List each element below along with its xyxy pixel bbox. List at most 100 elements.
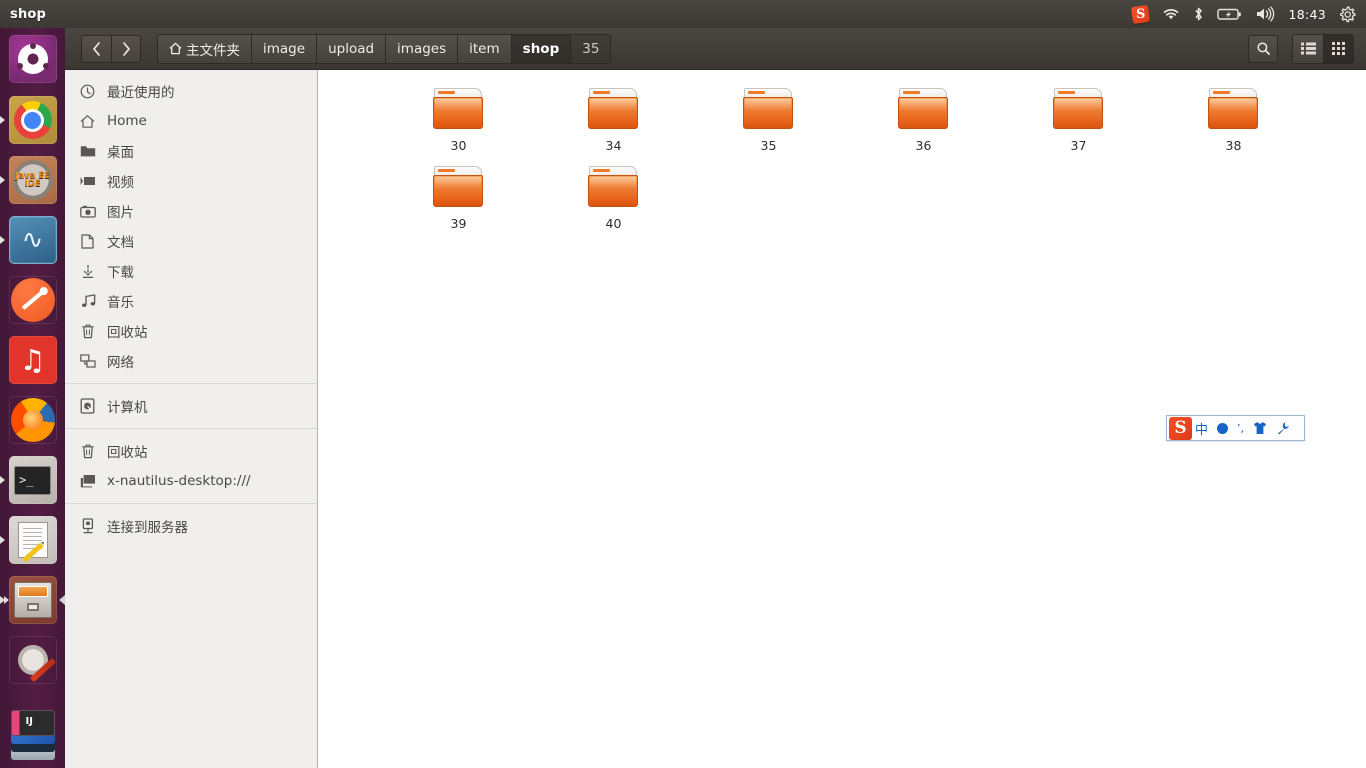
ime-mode-button[interactable]: 中 — [1195, 419, 1208, 438]
sidebar-separator — [65, 503, 317, 504]
file-manager-window: 主文件夹 image upload images item shop 35 最近… — [65, 28, 1366, 768]
navigation-buttons — [81, 34, 141, 63]
clock-label[interactable]: 18:43 — [1288, 0, 1326, 28]
launcher-item-system-settings[interactable] — [0, 630, 65, 690]
file-item[interactable]: 30 — [381, 84, 536, 162]
sidebar-item-recent[interactable]: 最近使用的 — [65, 76, 317, 106]
ubuntu-logo-icon — [16, 43, 49, 74]
pen-tool-icon — [10, 278, 55, 322]
search-icon — [1256, 42, 1270, 55]
punctuation-button[interactable]: ’, — [1237, 422, 1244, 435]
breadcrumb-item-item[interactable]: item — [458, 34, 512, 63]
running-indicator-icon — [0, 176, 5, 184]
sogou-ime-toolbar[interactable]: S 中 ’, — [1166, 415, 1305, 441]
launcher-item-eclipse-java-ee-ide[interactable]: Java EE IDE — [0, 150, 65, 210]
sidebar-item-documents[interactable]: 文档 — [65, 226, 317, 256]
sidebar-item-trash[interactable]: 回收站 — [65, 316, 317, 346]
launcher-item-terminal[interactable]: >_ — [0, 450, 65, 510]
trash-icon — [79, 324, 96, 339]
running-indicator-icon — [0, 536, 5, 544]
file-item[interactable]: 34 — [536, 84, 691, 162]
launcher-item-text-editor[interactable] — [0, 510, 65, 570]
sidebar-item-label: 下载 — [107, 265, 134, 281]
eclipse-label-line2: IDE — [24, 178, 41, 189]
launcher-item-window-stack[interactable]: IJ — [0, 690, 65, 768]
breadcrumb-item-home[interactable]: 主文件夹 — [158, 34, 252, 63]
file-name-label: 39 — [450, 216, 467, 231]
sidebar-item-label: 回收站 — [107, 445, 148, 461]
forward-button[interactable] — [111, 34, 141, 63]
wifi-icon[interactable] — [1162, 0, 1180, 28]
file-name-label: 36 — [915, 138, 932, 153]
sidebar-item-pictures[interactable]: 图片 — [65, 196, 317, 226]
sidebar-item-label: 网络 — [107, 355, 134, 371]
sidebar-item-network[interactable]: 网络 — [65, 346, 317, 376]
tshirt-icon[interactable] — [1253, 421, 1267, 435]
running-indicator-icon — [0, 476, 5, 484]
gear-icon[interactable] — [1339, 0, 1356, 28]
clock-text: 18:43 — [1288, 6, 1326, 22]
breadcrumb-item-35[interactable]: 35 — [571, 34, 611, 63]
file-item[interactable]: 35 — [691, 84, 846, 162]
sidebar-item-label: 连接到服务器 — [107, 520, 188, 536]
battery-icon[interactable] — [1217, 0, 1242, 28]
home-icon — [79, 114, 96, 129]
home-icon — [169, 42, 182, 55]
computer-icon — [79, 398, 96, 414]
firefox-icon — [10, 398, 55, 442]
full-width-circle-icon[interactable] — [1217, 422, 1229, 434]
file-name-label: 37 — [1070, 138, 1087, 153]
sidebar-item-desktop[interactable]: 桌面 — [65, 136, 317, 166]
breadcrumb-item-images[interactable]: images — [386, 34, 459, 63]
sogou-logo-icon[interactable]: S — [1169, 417, 1192, 440]
running-indicator-icon — [0, 236, 5, 244]
sidebar-item-home[interactable]: Home — [65, 106, 317, 136]
sidebar-item-downloads[interactable]: 下载 — [65, 256, 317, 286]
launcher-item-google-chrome[interactable] — [0, 90, 65, 150]
breadcrumb-item-upload[interactable]: upload — [317, 34, 387, 63]
running-indicator-icon — [0, 596, 9, 604]
sidebar-item-label: 图片 — [107, 205, 134, 221]
file-item[interactable]: 39 — [381, 162, 536, 240]
sogou-tray-icon[interactable]: S — [1131, 0, 1151, 28]
sidebar-item-connect-to-server[interactable]: 连接到服务器 — [65, 511, 317, 541]
breadcrumb-label: upload — [328, 40, 375, 57]
settings-gear-icon — [17, 645, 56, 683]
video-icon — [79, 175, 96, 187]
music-icon — [79, 294, 96, 308]
back-button[interactable] — [81, 34, 111, 63]
breadcrumb-label: images — [397, 40, 447, 57]
file-name-label: 38 — [1225, 138, 1242, 153]
launcher-item-firefox[interactable] — [0, 390, 65, 450]
breadcrumb-item-shop[interactable]: shop — [511, 34, 572, 63]
file-item[interactable]: 38 — [1156, 84, 1311, 162]
wrench-icon[interactable] — [1276, 421, 1290, 435]
file-item[interactable]: 40 — [536, 162, 691, 240]
launcher-item-netease-music[interactable]: ♫ — [0, 330, 65, 390]
folder-icon — [1052, 88, 1105, 130]
launcher-item-files-nautilus[interactable] — [0, 570, 65, 630]
sidebar-separator — [65, 383, 317, 384]
network-icon — [79, 354, 96, 368]
breadcrumb-item-image[interactable]: image — [252, 34, 318, 63]
search-button[interactable] — [1248, 34, 1278, 63]
sidebar-item-label: 音乐 — [107, 295, 134, 311]
list-view-button[interactable] — [1293, 34, 1323, 63]
top-panel: shop S 18:43 — [0, 0, 1366, 28]
file-item[interactable]: 36 — [846, 84, 1001, 162]
text-editor-icon — [17, 522, 48, 563]
file-item[interactable]: 37 — [1001, 84, 1156, 162]
sidebar-item-trash-2[interactable]: 回收站 — [65, 436, 317, 466]
sidebar-item-music[interactable]: 音乐 — [65, 286, 317, 316]
running-indicator-icon — [0, 116, 5, 124]
launcher-item-mysql-workbench[interactable]: ∿ — [0, 210, 65, 270]
bluetooth-icon[interactable] — [1193, 0, 1204, 28]
sidebar-item-computer[interactable]: 计算机 — [65, 391, 317, 421]
launcher-item-ubuntu-dash[interactable] — [0, 28, 65, 90]
sidebar-item-videos[interactable]: 视频 — [65, 166, 317, 196]
sidebar-item-x-nautilus-desktop[interactable]: x-nautilus-desktop:/// — [65, 466, 317, 496]
volume-icon[interactable] — [1255, 0, 1275, 28]
grid-view-button[interactable] — [1323, 34, 1353, 63]
launcher-item-orange-tool-app[interactable] — [0, 270, 65, 330]
sidebar-separator — [65, 428, 317, 429]
